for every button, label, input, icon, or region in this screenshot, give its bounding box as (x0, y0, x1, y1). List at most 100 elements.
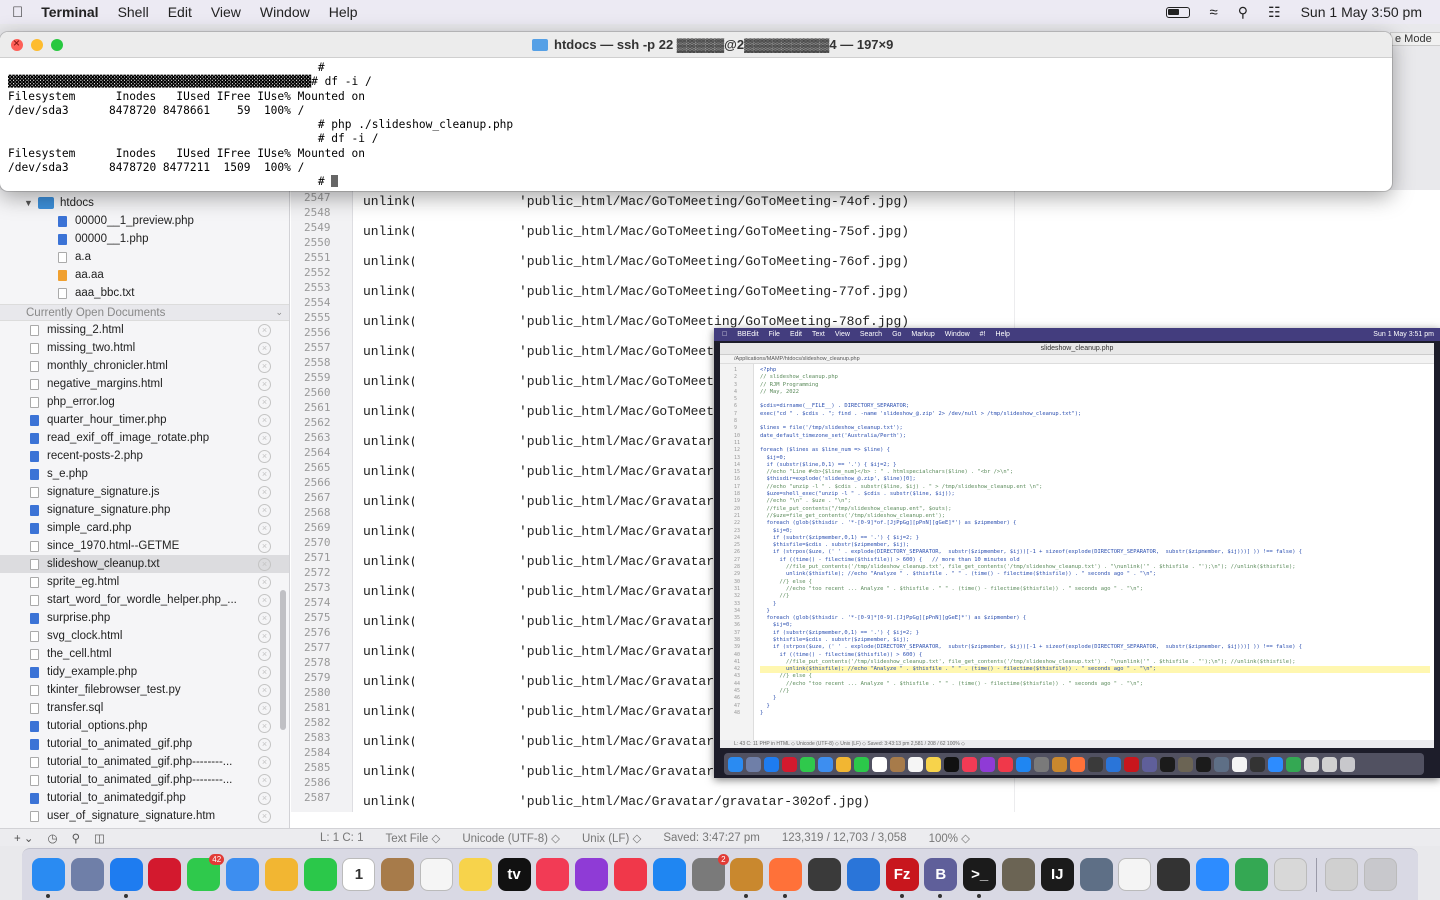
open-document-item[interactable]: missing_2.html × (0, 321, 289, 339)
apple-menu-icon[interactable]:  (12, 4, 23, 21)
terminal-output[interactable]: # ▓▓▓▓▓▓▓▓▓▓▓▓▓▓▓▓▓▓▓▓▓▓▓▓▓▓▓▓▓▓▓▓▓▓▓▓▓▓▓… (8, 61, 1388, 190)
disclosure-triangle-icon[interactable]: ▼ (24, 198, 38, 208)
open-document-item[interactable]: recent-posts-2.php × (0, 447, 289, 465)
close-document-icon[interactable]: × (258, 413, 271, 427)
close-document-icon[interactable]: × (258, 377, 271, 391)
file-item[interactable]: 00000__1_preview.php (0, 212, 289, 230)
menu-edit[interactable]: Edit (168, 4, 192, 20)
menu-window[interactable]: Window (260, 4, 310, 20)
open-document-item[interactable]: signature_signature.js × (0, 483, 289, 501)
close-document-icon[interactable]: × (258, 773, 271, 787)
dock-downloads-icon[interactable] (1325, 858, 1359, 891)
close-document-icon[interactable]: × (258, 611, 271, 625)
dock-chrome-icon[interactable] (1234, 858, 1268, 891)
code-line[interactable]: unlink('public_html/Mac/Gravatar/gr (363, 734, 737, 764)
code-line[interactable]: unlink('public_html/Mac/Gravatar/gr (363, 644, 737, 674)
close-document-icon[interactable]: × (258, 593, 271, 607)
dock-trash-icon[interactable] (1364, 858, 1398, 891)
code-line[interactable]: unlink('public_html/Mac/Gravatar/gr (363, 614, 737, 644)
dock-facetime-icon[interactable] (303, 858, 337, 891)
close-document-icon[interactable]: × (258, 701, 271, 715)
zoom-window-button[interactable] (51, 39, 63, 51)
cursor-position[interactable]: L: 1 C: 1 (320, 832, 363, 844)
dock-finder-icon[interactable] (32, 858, 65, 898)
code-line[interactable]: unlink('public_html/Mac/GoToMeeting (363, 404, 737, 434)
minimize-window-button[interactable] (31, 39, 43, 51)
code-line[interactable]: unlink('public_html/Mac/Gravatar/gr (363, 674, 737, 704)
chevron-down-icon[interactable]: ⌄ (275, 307, 283, 318)
menu-view[interactable]: View (211, 4, 241, 20)
open-document-item[interactable]: tutorial_to_animated_gif.php × (0, 735, 289, 753)
zoom-select[interactable]: 100% ◇ (929, 831, 970, 845)
code-line[interactable]: unlink('public_html/Mac/GoToMeeting/GoTo… (363, 254, 909, 284)
dock-notes-icon[interactable] (458, 858, 492, 891)
dock-messages-icon[interactable]: 42 (187, 854, 225, 891)
menu-terminal[interactable]: Terminal (41, 4, 98, 20)
open-document-item[interactable]: slideshow_cleanup.txt × (0, 555, 289, 573)
menubar-clock[interactable]: Sun 1 May 3:50 pm (1301, 4, 1422, 20)
open-document-item[interactable]: tutorial_to_animatedgif.php × (0, 789, 289, 807)
encoding-select[interactable]: Unicode (UTF-8) ◇ (462, 831, 560, 845)
spotlight-search-icon[interactable]: ⚲ (1238, 4, 1248, 21)
sidebar-scrollbar[interactable] (280, 590, 286, 730)
close-document-icon[interactable]: × (258, 719, 271, 733)
code-line[interactable]: unlink('public_html/Mac/Gravatar/gravata… (363, 794, 870, 824)
menu-help[interactable]: Help (329, 4, 358, 20)
close-document-icon[interactable]: × (258, 683, 271, 697)
code-line[interactable]: unlink('public_html/Mac/Gravatar/gr (363, 704, 737, 734)
add-icon[interactable]: + ⌄ (14, 831, 34, 845)
dock-tux-icon[interactable] (1157, 858, 1191, 891)
dock-tv-icon[interactable]: tv (497, 858, 531, 891)
dock-xcode-icon[interactable] (846, 858, 880, 891)
dock-terminal-icon[interactable]: >_ (963, 858, 997, 898)
dock-podcasts-icon[interactable] (575, 858, 609, 891)
folder-htdocs[interactable]: ▼ htdocs (0, 194, 289, 212)
dock-app-store-icon[interactable] (652, 858, 686, 891)
dock-photos-icon[interactable] (264, 858, 298, 891)
dock-system-preferences-icon[interactable]: 2 (691, 854, 729, 891)
control-center-icon[interactable]: ☷ (1268, 4, 1281, 21)
close-document-icon[interactable]: × (258, 665, 271, 679)
file-item[interactable]: aaa_bbc.txt (0, 284, 289, 302)
behind-window-mode-button[interactable]: e Mode (1390, 32, 1440, 46)
code-line[interactable]: unlink('public_html/Mac/GoToMeeting/GoTo… (363, 224, 909, 254)
open-document-item[interactable]: missing_two.html × (0, 339, 289, 357)
open-document-item[interactable]: since_1970.html--GETME × (0, 537, 289, 555)
dock-intellij-icon[interactable]: IJ (1040, 858, 1074, 891)
dock-reminders-icon[interactable] (419, 858, 453, 891)
dock-calculator-icon[interactable] (807, 858, 841, 891)
close-document-icon[interactable]: × (258, 485, 271, 499)
file-item[interactable]: 00000__1.php (0, 230, 289, 248)
close-document-icon[interactable]: × (258, 341, 271, 355)
dock-firefox-icon[interactable] (769, 858, 803, 898)
close-window-button[interactable] (11, 36, 23, 51)
open-document-item[interactable]: start_word_for_wordle_helper.php_... × (0, 591, 289, 609)
screenshot-thumbnail[interactable]:  BBEdit File Edit Text View Search Go Markup Win… (714, 328, 1440, 778)
close-document-icon[interactable]: × (258, 395, 271, 409)
close-document-icon[interactable]: × (258, 431, 271, 445)
dock-mail-icon[interactable] (225, 858, 259, 891)
dock-gimp-icon[interactable] (1001, 858, 1035, 891)
open-document-item[interactable]: php_error.log × (0, 393, 289, 411)
open-document-item[interactable]: signature_signature.php × (0, 501, 289, 519)
file-item[interactable]: a.a (0, 248, 289, 266)
dock-bbedit-icon[interactable]: B (924, 858, 958, 898)
code-line[interactable]: unlink('public_html/Mac/GoToMeeting/GoTo… (363, 284, 909, 314)
open-document-item[interactable]: surprise.php × (0, 609, 289, 627)
search-icon[interactable]: ⚲ (72, 831, 80, 845)
close-document-icon[interactable]: × (258, 503, 271, 517)
dock-zoom-icon[interactable] (1195, 858, 1229, 891)
code-line[interactable]: unlink('public_html/Mac/GoToMeeting/GoTo… (363, 194, 909, 224)
wifi-icon[interactable]: ≈ (1210, 4, 1218, 21)
battery-icon[interactable] (1165, 6, 1190, 18)
open-document-item[interactable]: sprite_eg.html × (0, 573, 289, 591)
open-document-item[interactable]: tutorial_options.php × (0, 717, 289, 735)
close-document-icon[interactable]: × (258, 755, 271, 769)
open-document-item[interactable]: user_of_signature_signature.htm × (0, 807, 289, 825)
open-document-item[interactable]: simple_card.php × (0, 519, 289, 537)
open-document-item[interactable]: tkinter_filebrowser_test.py × (0, 681, 289, 699)
close-document-icon[interactable]: × (258, 449, 271, 463)
close-document-icon[interactable]: × (258, 323, 271, 337)
close-document-icon[interactable]: × (258, 539, 271, 553)
code-line[interactable]: unlink('public_html/Mac/GoToMeeting (363, 344, 737, 374)
